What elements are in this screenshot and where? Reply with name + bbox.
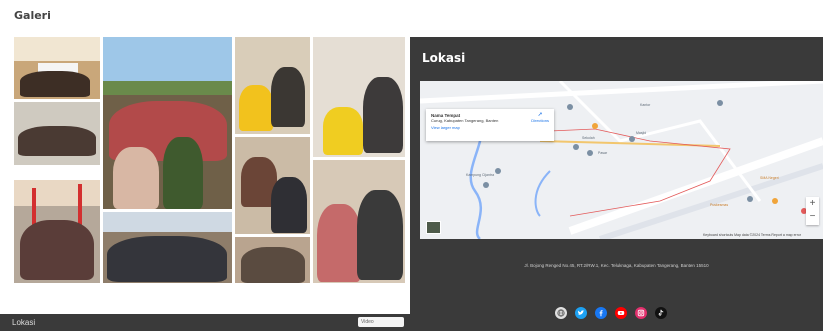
twitter-icon bbox=[577, 310, 585, 315]
map-info-card: Nama Tempat Curug, Kabupaten Tangerang, … bbox=[426, 109, 554, 141]
gallery-photo[interactable] bbox=[14, 102, 100, 165]
gallery-photo[interactable] bbox=[14, 37, 100, 99]
map-label: Kantor bbox=[640, 103, 651, 107]
left-strip-label: Lokasi bbox=[12, 318, 36, 327]
tiktok-icon bbox=[658, 309, 664, 316]
view-larger-map-link[interactable]: View larger map bbox=[431, 125, 549, 130]
directions-button[interactable]: ➚ Directions bbox=[531, 112, 549, 123]
social-link-facebook[interactable] bbox=[595, 307, 607, 319]
gallery-photo[interactable] bbox=[235, 237, 310, 283]
map-label: Masjid bbox=[636, 131, 647, 135]
gallery-photo[interactable] bbox=[103, 37, 232, 209]
social-link-instagram[interactable] bbox=[635, 307, 647, 319]
location-title: Lokasi bbox=[422, 51, 466, 65]
gallery-photo[interactable] bbox=[14, 180, 100, 283]
instagram-icon bbox=[637, 309, 645, 317]
map-footer: Keyboard shortcuts Map data ©2024 Terms … bbox=[702, 233, 801, 237]
map-label: Kampung Cijantra bbox=[466, 173, 495, 177]
facebook-icon bbox=[599, 310, 603, 317]
gallery-photo[interactable] bbox=[235, 137, 310, 234]
address-text: Jl. Bojong Renged No.45, RT.2/RW.1, Kec.… bbox=[524, 263, 709, 268]
embedded-map[interactable]: Kantor Sekolah Masjid Pasar Kampung Cija… bbox=[420, 81, 823, 239]
globe-icon bbox=[557, 309, 565, 317]
map-label: Sekolah bbox=[582, 136, 595, 140]
satellite-toggle-button[interactable] bbox=[426, 221, 441, 234]
left-footer-strip: Lokasi Video bbox=[0, 314, 410, 331]
map-label: Pasar bbox=[598, 151, 608, 155]
gallery-photo[interactable] bbox=[313, 37, 405, 157]
gallery-photo[interactable] bbox=[103, 212, 232, 283]
social-link-tiktok[interactable] bbox=[655, 307, 667, 319]
gallery-title: Galeri bbox=[14, 9, 51, 22]
zoom-out-button[interactable]: − bbox=[806, 210, 819, 223]
social-link-youtube[interactable] bbox=[615, 307, 627, 319]
page: Galeri Lokasi Video Lokasi Kantor Sekola… bbox=[0, 0, 823, 331]
social-links bbox=[555, 307, 667, 321]
map-label: Puskesmas bbox=[710, 203, 729, 207]
social-link-twitter[interactable] bbox=[575, 307, 587, 319]
zoom-in-button[interactable]: + bbox=[806, 197, 819, 210]
directions-label: Directions bbox=[531, 118, 549, 123]
location-panel: Lokasi Kantor Sekolah Masjid Pasar Kampu… bbox=[410, 37, 823, 331]
gallery-photo[interactable] bbox=[313, 160, 405, 283]
youtube-icon bbox=[617, 311, 625, 315]
social-link-website[interactable] bbox=[555, 307, 567, 319]
mini-video-button[interactable]: Video bbox=[358, 317, 404, 327]
gallery-photo[interactable] bbox=[235, 37, 310, 134]
map-label: SMA Negeri bbox=[760, 176, 779, 180]
map-zoom-control: + − bbox=[806, 197, 819, 225]
